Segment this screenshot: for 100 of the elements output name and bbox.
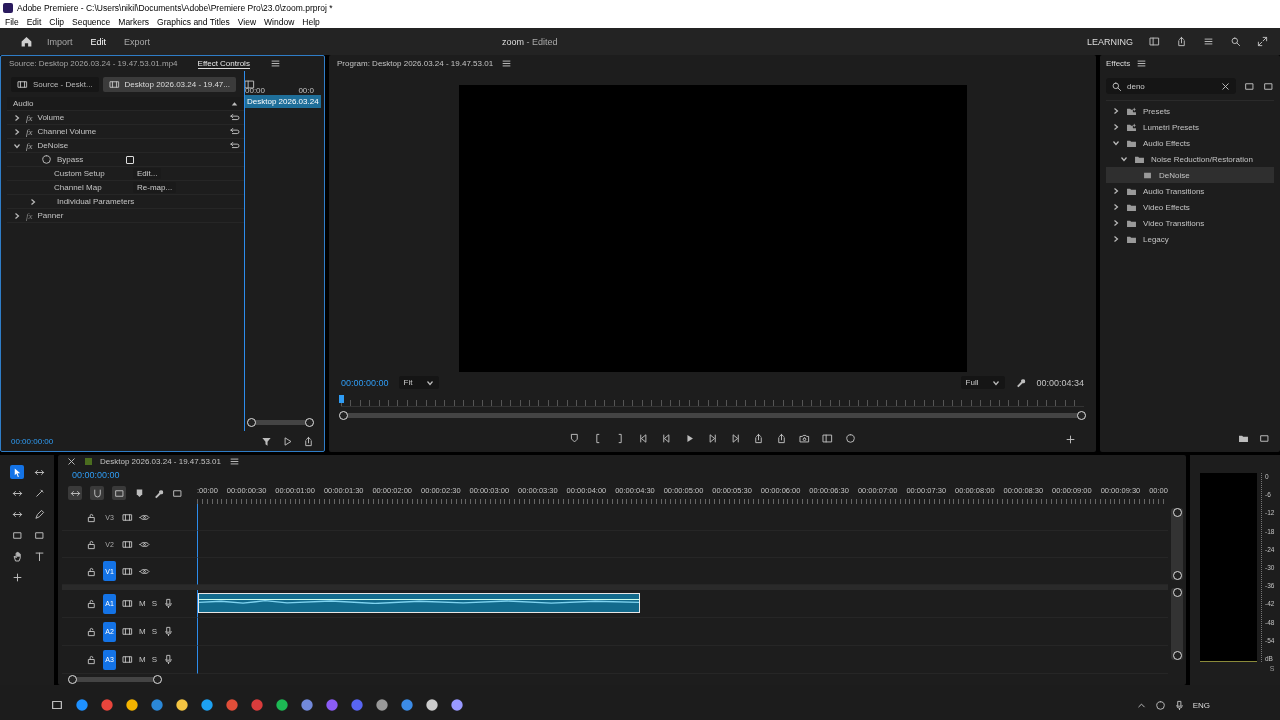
menu-item[interactable]: Window [264,16,295,27]
chevron-right-icon[interactable] [1112,107,1120,115]
menu-item[interactable]: Clip [49,16,64,27]
play-audio-icon[interactable] [282,435,293,447]
track-lane[interactable] [197,531,1168,559]
zoom-dropdown[interactable]: Fit [398,376,440,390]
track-lane[interactable] [197,618,1168,647]
reset-icon[interactable] [229,140,240,151]
menu-item[interactable]: Sequence [72,16,111,27]
film-icon[interactable] [122,538,133,550]
app-icon[interactable] [200,698,214,712]
chevron-down-icon[interactable] [992,378,1001,387]
lock-icon[interactable] [86,538,97,550]
chevron-right-icon[interactable] [1112,123,1120,131]
add-marker-icon[interactable] [134,487,145,499]
track-lane[interactable] [197,504,1168,532]
app-icon[interactable] [225,698,239,712]
new-bin-icon[interactable] [1238,433,1249,444]
track-lane[interactable] [197,646,1168,675]
timecode[interactable]: 00:00:00:00 [341,377,389,388]
menu-item[interactable]: View [237,16,257,27]
language-indicator[interactable]: ENG [1192,700,1210,710]
panel-tab[interactable]: Source: Desktop 2026.03.24 - 19.47.53.01.mp4 [9,59,178,68]
camera-icon[interactable] [799,432,810,444]
razor-icon[interactable] [33,487,45,499]
menu-item[interactable]: Edit [26,16,42,27]
effect-tree-item[interactable]: Presets [1106,103,1274,119]
chevron-right-icon[interactable] [1112,187,1120,195]
lock-icon[interactable] [86,565,97,577]
rectangle-icon[interactable] [11,529,23,541]
search-field[interactable]: deno [1106,78,1236,94]
panel-icon[interactable] [1149,36,1160,47]
mute-button[interactable]: M [139,655,146,665]
app-icon[interactable] [175,698,189,712]
go-to-in-icon[interactable] [638,432,649,444]
app-icon[interactable] [400,698,414,712]
menu-item[interactable]: Graphics and Titles [157,16,230,27]
marker-icon[interactable] [569,432,580,444]
wrench-icon[interactable] [1015,377,1027,389]
effect-tree-item[interactable]: Legacy [1106,231,1274,247]
app-icon[interactable] [375,698,389,712]
audio-clip[interactable] [198,593,641,614]
mic-icon[interactable] [163,598,174,610]
chevron-right-icon[interactable] [13,113,21,122]
solo-button[interactable]: S [151,627,157,637]
workspace-tab[interactable]: Export [124,36,151,47]
menu-icon[interactable] [229,456,240,468]
effect-tree-item[interactable]: Noise Reduction/Restoration [1106,151,1274,167]
step-back-icon[interactable] [661,432,672,444]
panel-icon[interactable] [244,78,255,90]
fx-toggle[interactable]: fx [26,140,33,151]
learning-button[interactable]: LEARNING [1087,36,1133,47]
pen-icon[interactable] [33,508,45,520]
play-icon[interactable] [684,432,695,444]
menu-item[interactable]: File [5,16,19,27]
fx-toggle[interactable]: fx [26,112,33,123]
menu-icon[interactable] [501,58,513,69]
effect-tree-item[interactable]: Audio Transitions [1106,183,1274,199]
add-icon[interactable] [1065,433,1076,445]
menu-icon[interactable] [269,58,281,69]
effect-tree-item[interactable]: Video Transitions [1106,215,1274,231]
search-icon[interactable] [1111,80,1122,92]
menu-item[interactable]: Markers [118,16,149,27]
film-icon[interactable] [122,626,133,638]
chevron-right-icon[interactable] [13,127,21,136]
chevron-right-icon[interactable] [1112,219,1120,227]
chevron-right-icon[interactable] [29,197,37,206]
mute-button[interactable]: M [139,599,146,609]
app-icon[interactable] [75,698,89,712]
panel-tab[interactable]: Effect Controls [197,58,250,69]
effect-tree-item[interactable]: DeNoise [1106,167,1274,183]
reset-icon[interactable] [229,112,240,123]
app-icon[interactable] [425,698,439,712]
chevron-right-icon[interactable] [1112,235,1120,243]
chevron-right-icon[interactable] [13,211,21,220]
lock-icon[interactable] [86,654,97,666]
zoom-scrollbar[interactable] [247,419,314,425]
clip-icon[interactable] [108,78,120,90]
app-icon[interactable] [150,698,164,712]
clip-icon[interactable] [17,78,28,90]
clear-icon[interactable] [1220,80,1231,92]
vertical-scrollbar[interactable] [1171,508,1183,581]
menu-item[interactable]: Help [302,16,320,27]
workspace-tab[interactable]: Edit [90,36,107,47]
sequence-tab[interactable]: Desktop 2026.03.24 - 19.47.53.01 [100,457,221,467]
zoom-scrollbar[interactable] [339,413,1086,419]
vertical-scrollbar[interactable] [1171,588,1183,661]
fx-toggle[interactable]: fx [26,126,33,137]
step-forward-icon[interactable] [707,432,718,444]
search-icon[interactable] [1230,36,1241,47]
chevron-down-icon[interactable] [1120,155,1128,163]
solo-button[interactable]: S [151,599,157,609]
hand-icon[interactable] [11,550,23,562]
type-icon[interactable] [33,550,45,562]
chevron-down-icon[interactable] [13,141,21,150]
film-icon[interactable] [122,565,133,577]
app-icon[interactable] [125,698,139,712]
lock-icon[interactable] [86,511,97,523]
fx-toggle[interactable]: fx [26,210,33,221]
stopwatch-icon[interactable] [41,154,52,165]
